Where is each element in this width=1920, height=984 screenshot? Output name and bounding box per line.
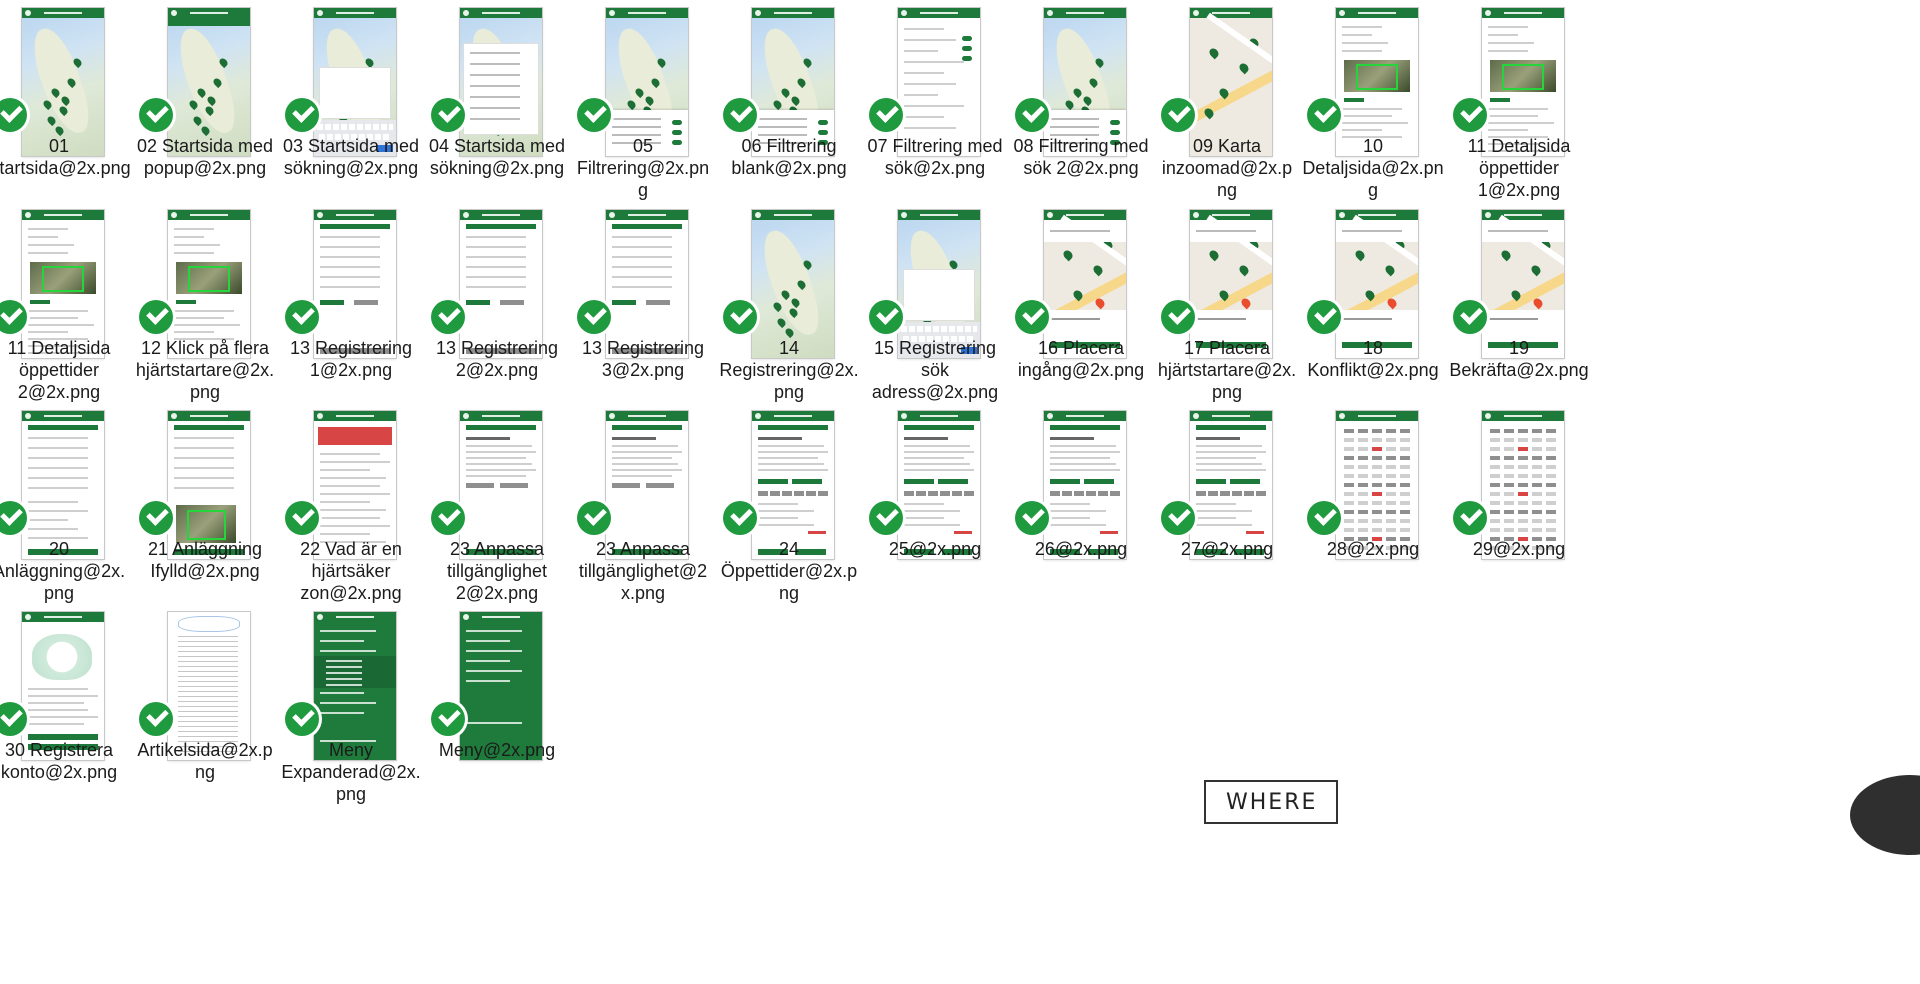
file-grid: 01 Startsida@2x.png 02 Startsida med popu… [0, 0, 1920, 984]
file-thumbnail[interactable] [314, 411, 396, 559]
file-thumbnail[interactable] [460, 411, 542, 559]
file-thumbnail[interactable] [168, 8, 250, 156]
file-thumbnail[interactable] [898, 411, 980, 559]
checkmark-icon [869, 300, 903, 334]
checkmark-icon [1453, 501, 1487, 535]
file-thumbnail[interactable] [1190, 411, 1272, 559]
checkmark-icon [1161, 98, 1195, 132]
file-thumbnail[interactable] [1482, 8, 1564, 156]
file-thumbnail[interactable] [460, 210, 542, 358]
file-thumbnail[interactable] [1190, 8, 1272, 156]
file-thumbnail[interactable] [752, 210, 834, 358]
file-thumbnail[interactable] [22, 210, 104, 358]
checkmark-icon [285, 98, 319, 132]
checkmark-icon [869, 501, 903, 535]
file-thumbnail[interactable] [898, 8, 980, 156]
file-thumbnail[interactable] [606, 210, 688, 358]
file-thumbnail[interactable] [1336, 411, 1418, 559]
file-thumbnail[interactable] [1190, 210, 1272, 358]
checkmark-icon [139, 702, 173, 736]
checkmark-icon [1307, 300, 1341, 334]
file-item[interactable]: 29@2x.png [1430, 403, 1608, 649]
file-thumbnail[interactable] [1336, 8, 1418, 156]
checkmark-icon [285, 501, 319, 535]
checkmark-icon [723, 300, 757, 334]
checkmark-icon [1307, 98, 1341, 132]
checkmark-icon [723, 501, 757, 535]
partial-note-text: WHERE [1226, 790, 1318, 815]
file-thumbnail[interactable] [606, 411, 688, 559]
checkmark-icon [1307, 501, 1341, 535]
checkmark-icon [139, 98, 173, 132]
checkmark-icon [1015, 98, 1049, 132]
file-thumbnail[interactable] [1482, 411, 1564, 559]
checkmark-icon [1161, 501, 1195, 535]
file-thumbnail[interactable] [22, 8, 104, 156]
checkmark-icon [139, 300, 173, 334]
file-thumbnail[interactable] [22, 612, 104, 760]
file-thumbnail[interactable] [168, 411, 250, 559]
checkmark-icon [1161, 300, 1195, 334]
file-thumbnail[interactable] [1336, 210, 1418, 358]
file-thumbnail[interactable] [1044, 411, 1126, 559]
checkmark-icon [1453, 300, 1487, 334]
checkmark-icon [577, 501, 611, 535]
checkmark-icon [577, 300, 611, 334]
file-thumbnail[interactable] [168, 210, 250, 358]
file-thumbnail[interactable] [1482, 210, 1564, 358]
file-thumbnail[interactable] [1044, 8, 1126, 156]
file-item[interactable]: Meny@2x.png [408, 604, 586, 850]
checkmark-icon [285, 300, 319, 334]
file-thumbnail[interactable] [898, 210, 980, 358]
file-thumbnail[interactable] [314, 612, 396, 760]
checkmark-icon [285, 702, 319, 736]
checkmark-icon [869, 98, 903, 132]
file-name[interactable]: 11 Detaljsida öppettider 1@2x.png [1430, 135, 1608, 201]
file-thumbnail[interactable] [460, 612, 542, 760]
checkmark-icon [431, 501, 465, 535]
file-thumbnail[interactable] [1044, 210, 1126, 358]
file-thumbnail[interactable] [314, 210, 396, 358]
file-name[interactable]: 19 Bekräfta@2x.png [1430, 337, 1608, 381]
checkmark-icon [1453, 98, 1487, 132]
file-thumbnail[interactable] [752, 411, 834, 559]
file-thumbnail[interactable] [752, 8, 834, 156]
checkmark-icon [431, 98, 465, 132]
file-name[interactable]: 29@2x.png [1430, 538, 1608, 560]
checkmark-icon [431, 300, 465, 334]
checkmark-icon [1015, 300, 1049, 334]
file-thumbnail[interactable] [606, 8, 688, 156]
checkmark-icon [1015, 501, 1049, 535]
checkmark-icon [577, 98, 611, 132]
checkmark-icon [139, 501, 173, 535]
file-thumbnail[interactable] [22, 411, 104, 559]
checkmark-icon [723, 98, 757, 132]
file-name[interactable]: Meny@2x.png [408, 739, 586, 761]
partial-note: WHERE [1204, 780, 1338, 824]
file-thumbnail[interactable] [460, 8, 542, 156]
file-thumbnail[interactable] [314, 8, 396, 156]
file-thumbnail[interactable] [168, 612, 250, 760]
checkmark-icon [431, 702, 465, 736]
